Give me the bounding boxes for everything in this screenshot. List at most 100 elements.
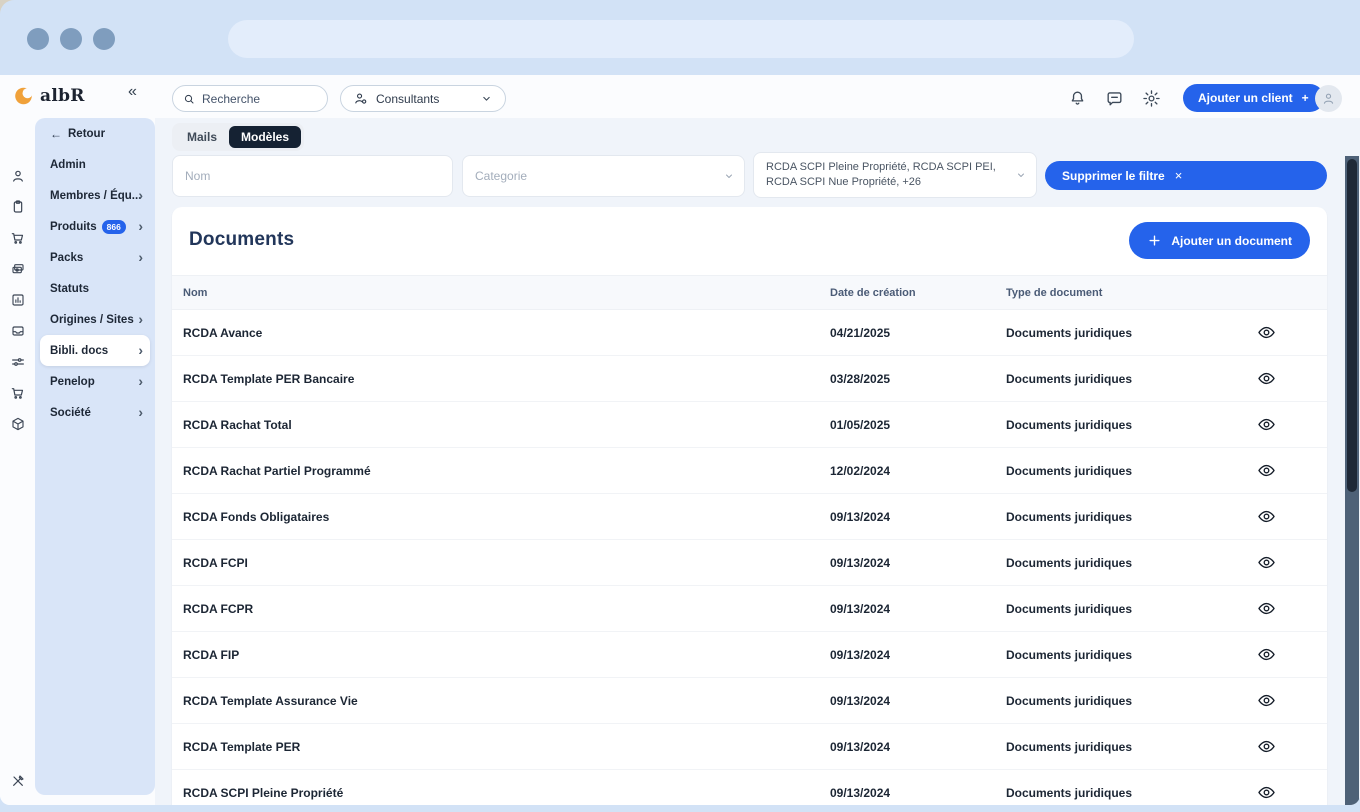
consultants-label: Consultants	[376, 92, 472, 106]
logo-text: albR	[40, 86, 85, 106]
eye-icon	[1257, 369, 1276, 388]
mail-model-tabs: Mails Modèles	[172, 123, 304, 151]
sliders-icon[interactable]	[10, 354, 26, 370]
address-bar[interactable]	[228, 20, 1134, 58]
tab-mails[interactable]: Mails	[175, 126, 229, 148]
filter-nom-input[interactable]	[172, 155, 453, 197]
view-document-button[interactable]	[1255, 551, 1278, 574]
view-document-button[interactable]	[1255, 735, 1278, 758]
search-input[interactable]	[202, 92, 317, 106]
sidebar-item[interactable]: Packs ›	[40, 242, 150, 273]
add-client-button[interactable]: Ajouter un client +	[1183, 84, 1324, 112]
page-title: Documents	[189, 229, 294, 251]
filter-categorie-select[interactable]: Categorie	[462, 155, 745, 197]
window-zoom-button[interactable]	[93, 28, 115, 50]
scrollbar-track[interactable]	[1345, 156, 1359, 805]
document-date: 03/28/2025	[830, 372, 1006, 386]
clipboard-icon[interactable]	[10, 199, 26, 215]
sidebar-item[interactable]: Membres / Équ... ›	[40, 180, 150, 211]
view-document-button[interactable]	[1255, 781, 1278, 804]
package-icon[interactable]	[10, 416, 26, 432]
document-name: RCDA FCPR	[183, 602, 830, 616]
eye-icon	[1257, 737, 1276, 756]
notifications-button[interactable]	[1068, 89, 1087, 108]
view-document-button[interactable]	[1255, 367, 1278, 390]
document-name: RCDA Template PER Bancaire	[183, 372, 830, 386]
eye-icon	[1257, 415, 1276, 434]
sidebar-item-label: Retour	[68, 128, 105, 140]
sidebar-item[interactable]: ← Retour	[40, 118, 150, 149]
sidebar-item[interactable]: Bibli. docs ›	[40, 335, 150, 366]
messages-button[interactable]	[1105, 89, 1124, 108]
table-row: RCDA Template Assurance Vie 09/13/2024 D…	[172, 678, 1327, 724]
clear-filter-button[interactable]: Supprimer le filtre ×	[1045, 161, 1327, 190]
close-icon: ×	[1175, 168, 1183, 183]
eye-icon	[1257, 461, 1276, 480]
settings-button[interactable]	[1142, 89, 1161, 108]
banknotes-icon[interactable]	[10, 261, 26, 277]
add-document-label: Ajouter un document	[1171, 234, 1292, 248]
chevron-right-icon: ›	[138, 343, 143, 357]
add-document-button[interactable]: Ajouter un document	[1129, 222, 1310, 259]
document-name: RCDA Fonds Obligataires	[183, 510, 830, 524]
view-document-button[interactable]	[1255, 597, 1278, 620]
document-name: RCDA Rachat Partiel Programmé	[183, 464, 830, 478]
tools-icon[interactable]	[10, 773, 26, 789]
window-minimize-button[interactable]	[60, 28, 82, 50]
cart-icon[interactable]	[10, 385, 26, 401]
chevron-right-icon: ›	[138, 405, 143, 419]
view-document-button[interactable]	[1255, 321, 1278, 344]
cart-icon[interactable]	[10, 230, 26, 246]
count-badge: 866	[102, 220, 126, 234]
sidebar-item[interactable]: Produits 866 ›	[40, 211, 150, 242]
person-icon[interactable]	[10, 168, 26, 184]
tab-modeles[interactable]: Modèles	[229, 126, 301, 148]
document-name: RCDA Rachat Total	[183, 418, 830, 432]
app-logo[interactable]: albR	[14, 86, 85, 106]
clear-filter-label: Supprimer le filtre	[1062, 169, 1165, 183]
document-name: RCDA FIP	[183, 648, 830, 662]
app-window: albR « Consultants Ajouter un client +	[0, 75, 1360, 805]
document-type: Documents juridiques	[1006, 464, 1206, 478]
filter-products-select[interactable]: RCDA SCPI Pleine Propriété, RCDA SCPI PE…	[753, 152, 1037, 198]
scrollbar-thumb[interactable]	[1347, 159, 1357, 492]
sidebar-item[interactable]: Société ›	[40, 397, 150, 428]
consultants-dropdown[interactable]: Consultants	[340, 85, 506, 112]
table-row: RCDA Rachat Total 01/05/2025 Documents j…	[172, 402, 1327, 448]
sidebar-item-label: Statuts	[50, 283, 89, 295]
inbox-icon[interactable]	[10, 323, 26, 339]
document-date: 09/13/2024	[830, 694, 1006, 708]
user-avatar[interactable]	[1315, 85, 1342, 112]
document-name: RCDA Template PER	[183, 740, 830, 754]
view-document-button[interactable]	[1255, 413, 1278, 436]
window-close-button[interactable]	[27, 28, 49, 50]
document-date: 01/05/2025	[830, 418, 1006, 432]
chevron-right-icon: ›	[138, 219, 143, 233]
eye-icon	[1257, 553, 1276, 572]
document-type: Documents juridiques	[1006, 694, 1206, 708]
column-header-date: Date de création	[830, 287, 1006, 299]
sidebar-item[interactable]: Admin	[40, 149, 150, 180]
table-row: RCDA Template PER Bancaire 03/28/2025 Do…	[172, 356, 1327, 402]
sidebar-collapse-button[interactable]: «	[128, 83, 137, 101]
global-search[interactable]	[172, 85, 328, 112]
view-document-button[interactable]	[1255, 689, 1278, 712]
document-type: Documents juridiques	[1006, 372, 1206, 386]
view-document-button[interactable]	[1255, 505, 1278, 528]
document-name: RCDA Template Assurance Vie	[183, 694, 830, 708]
search-icon	[183, 92, 195, 106]
view-document-button[interactable]	[1255, 459, 1278, 482]
sidebar-item-label: Membres / Équ...	[50, 190, 141, 202]
sidebar-item-label: Société	[50, 407, 91, 419]
view-document-button[interactable]	[1255, 643, 1278, 666]
sidebar-item-label: Penelop	[50, 376, 95, 388]
table-row: RCDA FCPR 09/13/2024 Documents juridique…	[172, 586, 1327, 632]
sidebar-item[interactable]: Origines / Sites ›	[40, 304, 150, 335]
bar-chart-icon[interactable]	[10, 292, 26, 308]
sidebar-item[interactable]: Penelop ›	[40, 366, 150, 397]
document-name: RCDA SCPI Pleine Propriété	[183, 786, 830, 800]
eye-icon	[1257, 323, 1276, 342]
document-type: Documents juridiques	[1006, 510, 1206, 524]
sidebar-item[interactable]: Statuts	[40, 273, 150, 304]
eye-icon	[1257, 783, 1276, 802]
